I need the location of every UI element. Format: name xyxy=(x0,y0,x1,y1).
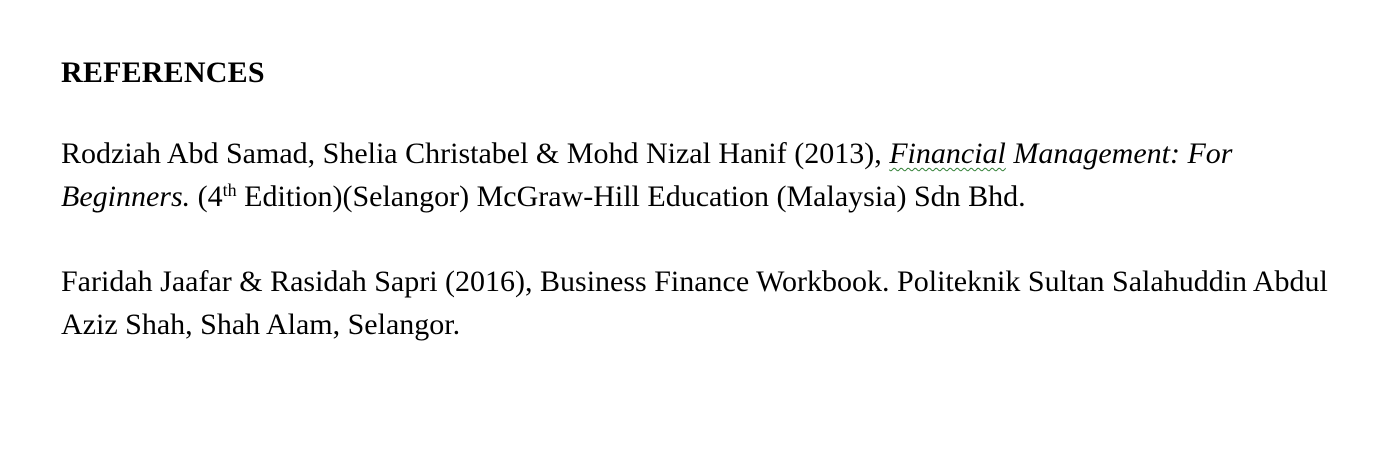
reference-1-edition-prefix: (4 xyxy=(190,180,223,213)
reference-1-authors-year: Rodziah Abd Samad, Shelia Christabel & M… xyxy=(61,137,890,170)
reference-1-publisher: Edition)(Selangor) McGraw-Hill Education… xyxy=(236,180,1026,213)
reference-entry-1: Rodziah Abd Samad, Shelia Christabel & M… xyxy=(61,132,1361,218)
edition-superscript: th xyxy=(222,180,237,200)
reference-entry-2: Faridah Jaafar & Rasidah Sapri (2016), B… xyxy=(61,265,1328,341)
spellcheck-underline: Financial xyxy=(889,137,1006,170)
references-heading: REFERENCES xyxy=(61,56,265,89)
document-page: REFERENCES Rodziah Abd Samad, Shelia Chr… xyxy=(61,50,1361,388)
